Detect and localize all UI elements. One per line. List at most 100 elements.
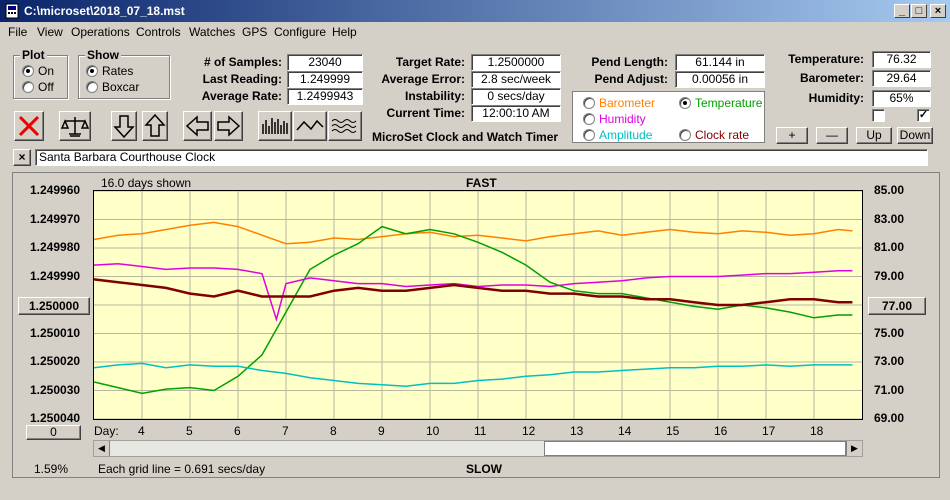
left-center-value-button[interactable]: 1.250000 [18, 297, 90, 315]
scroll-right-icon[interactable]: ▶ [846, 441, 862, 456]
zoom-percent-label: 1.59% [34, 462, 69, 476]
amplitude-option: Amplitude [599, 128, 653, 142]
left-arrow-button[interactable] [183, 111, 212, 141]
grid-note-label: Each grid line = 0.691 secs/day [98, 462, 266, 476]
show-group-title: Show [85, 48, 121, 62]
x-tick-label: 5 [186, 424, 193, 438]
menu-file[interactable]: File [8, 25, 27, 39]
wave-view-button[interactable] [328, 111, 362, 141]
menu-gps[interactable]: GPS [242, 25, 267, 39]
option-checkbox-1[interactable] [872, 109, 885, 122]
clock-rate-radio[interactable] [679, 129, 691, 141]
instability-field: 0 secs/day [471, 88, 561, 105]
average-rate-field: 1.2499943 [287, 88, 363, 105]
scroll-up-button[interactable]: Up [856, 127, 892, 144]
humidity-field: 65% [872, 90, 931, 107]
right-tick-label: 73.00 [874, 354, 905, 368]
x-tick-label: 10 [426, 424, 440, 438]
plot-on-label: On [38, 64, 55, 78]
current-time-field: 12:00:10 AM [471, 105, 561, 122]
average-error-label: Average Error: [381, 72, 465, 86]
humidity-radio[interactable] [583, 113, 595, 125]
down-arrow-button[interactable] [111, 111, 137, 141]
right-tick-label: 69.00 [874, 411, 905, 425]
horizontal-scrollbar[interactable]: ◀ ▶ [93, 440, 863, 457]
samples-label: # of Samples: [203, 55, 282, 69]
barometer-label: Barometer: [799, 71, 864, 85]
show-rates-label: Rates [102, 64, 134, 78]
series-humidity [94, 262, 853, 322]
scroll-down-button[interactable]: Down [897, 127, 933, 144]
maximize-icon[interactable]: □ [911, 4, 927, 18]
plot-on-radio[interactable] [22, 65, 34, 77]
average-rate-label: Average Rate: [201, 89, 282, 103]
balance-scale-icon [60, 117, 90, 137]
left-tick-label: 1.249970 [30, 211, 81, 226]
stop-button[interactable] [14, 111, 44, 141]
menu-bar: File View Operations Controls Watches GP… [0, 22, 950, 42]
humidity-option: Humidity [599, 112, 646, 126]
arrow-up-icon [144, 113, 166, 137]
option-checkbox-2[interactable]: ✓ [917, 109, 930, 122]
bars-view-button[interactable] [258, 111, 292, 141]
temperature-field: 76.32 [872, 51, 931, 68]
series-amplitude [94, 362, 853, 387]
x-tick-label: 14 [618, 424, 632, 438]
x-tick-label: 7 [282, 424, 289, 438]
line-view-button[interactable] [293, 111, 327, 141]
menu-operations[interactable]: Operations [71, 25, 130, 39]
show-rates-radio[interactable] [86, 65, 98, 77]
title-bar: C:\microset\2018_07_18.mst _ □ × [0, 0, 950, 22]
chart-svg [94, 191, 862, 419]
x-tick-label: 13 [570, 424, 584, 438]
app-icon [5, 3, 19, 19]
plot-area[interactable] [93, 190, 863, 420]
scroll-thumb[interactable] [544, 441, 846, 456]
right-arrow-button[interactable] [214, 111, 243, 141]
left-tick-label: 1.250010 [30, 325, 81, 340]
right-tick-label: 75.00 [874, 325, 905, 340]
app-title: MicroSet Clock and Watch Timer [372, 130, 559, 144]
clear-name-button[interactable]: × [13, 149, 31, 166]
temperature-radio[interactable] [679, 97, 691, 109]
clock-name-input[interactable]: Santa Barbara Courthouse Clock [35, 149, 928, 166]
zoom-in-button[interactable]: + [776, 127, 808, 144]
close-icon[interactable]: × [930, 4, 946, 18]
slow-label: SLOW [466, 462, 502, 476]
samples-field: 23040 [287, 54, 363, 71]
menu-watches[interactable]: Watches [189, 25, 235, 39]
barometer-option: Barometer [599, 96, 656, 110]
wave-graph-icon [331, 119, 357, 133]
balance-button[interactable] [59, 111, 91, 141]
right-center-value-button[interactable]: 77.00 [868, 297, 926, 315]
minimize-icon[interactable]: _ [894, 4, 910, 18]
menu-help[interactable]: Help [332, 25, 357, 39]
plot-off-radio[interactable] [22, 81, 34, 93]
x-tick-label: 6 [234, 424, 241, 438]
series-temperature [94, 225, 853, 395]
scroll-left-icon[interactable]: ◀ [94, 441, 110, 456]
right-tick-label: 79.00 [874, 268, 905, 283]
up-arrow-button[interactable] [142, 111, 168, 141]
show-boxcar-label: Boxcar [102, 80, 140, 94]
amplitude-radio[interactable] [583, 129, 595, 141]
menu-configure[interactable]: Configure [274, 25, 326, 39]
barometer-radio[interactable] [583, 97, 595, 109]
x-tick-label: 16 [714, 424, 728, 438]
target-rate-field: 1.2500000 [471, 54, 561, 71]
right-tick-label: 85.00 [874, 183, 905, 197]
left-tick-label: 1.249960 [30, 183, 81, 197]
current-time-label: Current Time: [386, 106, 465, 120]
menu-view[interactable]: View [37, 25, 63, 39]
zoom-out-button[interactable]: — [816, 127, 848, 144]
pend-length-label: Pend Length: [591, 55, 668, 69]
menu-controls[interactable]: Controls [136, 25, 181, 39]
show-boxcar-radio[interactable] [86, 81, 98, 93]
target-rate-label: Target Rate: [395, 55, 465, 69]
temperature-label: Temperature: [788, 52, 864, 66]
reset-button[interactable]: 0 [26, 425, 81, 440]
x-tick-label: 17 [762, 424, 776, 438]
arrow-down-icon [113, 115, 135, 139]
sensor-select-panel: Barometer Temperature Humidity Amplitude… [572, 91, 765, 143]
stop-x-icon [18, 115, 40, 137]
